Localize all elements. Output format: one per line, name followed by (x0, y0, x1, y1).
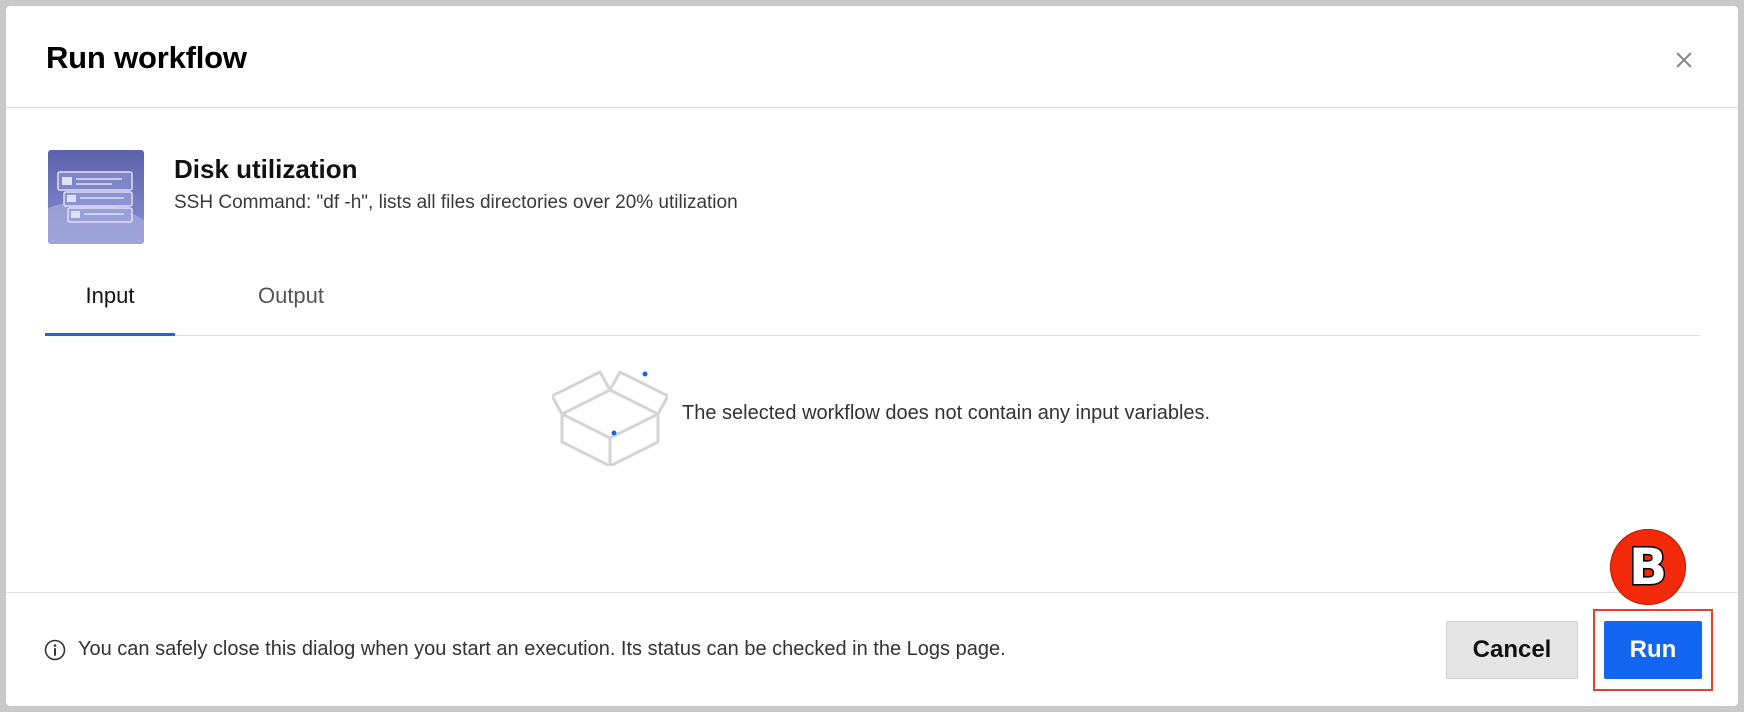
info-icon (44, 639, 66, 661)
dialog-title: Run workflow (46, 40, 247, 75)
run-button[interactable]: Run (1604, 621, 1702, 679)
workflow-info: Disk utilization SSH Command: "df -h", l… (48, 150, 1698, 250)
run-workflow-dialog: Run workflow Disk utilization SSH Comman… (6, 6, 1738, 706)
dialog-header: Run workflow (6, 6, 1738, 108)
workflow-name: Disk utilization (174, 154, 358, 184)
workflow-thumbnail-icon (48, 150, 144, 244)
empty-state-message: The selected workflow does not contain a… (682, 402, 1211, 424)
tab-output[interactable]: Output (213, 274, 369, 335)
cancel-button[interactable]: Cancel (1446, 621, 1578, 679)
close-icon (1676, 52, 1692, 68)
tab-bar: Input Output (45, 274, 1700, 336)
workflow-description: SSH Command: "df -h", lists all files di… (174, 192, 738, 213)
dialog-footer: You can safely close this dialog when yo… (6, 592, 1738, 706)
annotation-marker-label: B (1627, 537, 1668, 598)
close-button[interactable] (1670, 46, 1698, 74)
open-box-icon (552, 370, 668, 466)
annotation-marker: B (1610, 529, 1686, 605)
footer-note: You can safely close this dialog when yo… (78, 638, 1006, 660)
tab-input[interactable]: Input (45, 274, 175, 336)
